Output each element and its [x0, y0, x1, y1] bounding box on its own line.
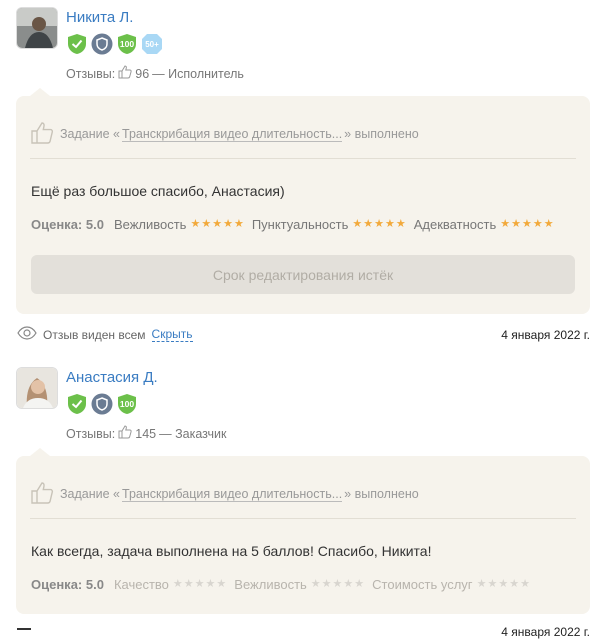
verified-check-icon[interactable] [66, 33, 88, 55]
star-icon: ★ [511, 218, 521, 230]
star-icon: ★ [201, 218, 212, 230]
star-icon: ★ [223, 218, 233, 230]
shield-badge-icon[interactable] [91, 393, 113, 415]
star-icon: ★ [374, 218, 384, 230]
badge-list: 100 50+ [66, 33, 163, 55]
criterion: Стоимость услуг ★ ★ ★ ★ ★ [372, 577, 530, 592]
task-suffix: » выполнено [344, 127, 419, 141]
review-date: 4 января 2022 г. [501, 625, 590, 639]
star-icon: ★ [520, 578, 530, 590]
avatar[interactable] [16, 7, 58, 49]
star-icon: ★ [321, 578, 332, 590]
stats-role: — Заказчик [159, 426, 227, 441]
review-card: Задание « Транскрибация видео длительнос… [16, 88, 590, 314]
star-icon: ★ [395, 218, 406, 230]
rating-score: Оценка: 5.0 [31, 217, 104, 232]
star-icon: ★ [190, 218, 201, 230]
star-rating: ★ ★ ★ ★ ★ [477, 579, 530, 590]
star-icon: ★ [500, 218, 511, 230]
star-rating: ★ ★ ★ ★ ★ [190, 219, 243, 230]
review-stats: Отзывы: 145 — Заказчик [66, 425, 226, 442]
criterion: Вежливость ★ ★ ★ ★ ★ [114, 217, 244, 232]
review-stats: Отзывы: 96 — Исполнитель [66, 65, 244, 82]
verified-check-icon[interactable] [66, 393, 88, 415]
criterion-label: Стоимость услуг [372, 577, 473, 592]
like-outline-icon [30, 481, 54, 508]
hide-review-link[interactable]: Скрыть [151, 327, 193, 342]
star-icon: ★ [233, 218, 244, 230]
stats-role: — Исполнитель [152, 66, 244, 81]
task-link[interactable]: Транскрибация видео длительность... [122, 487, 343, 502]
visibility-text: Отзыв виден всем [43, 327, 146, 342]
task-line: Задание « Транскрибация видео длительнос… [30, 476, 576, 519]
star-icon: ★ [205, 578, 216, 590]
star-icon: ★ [212, 218, 223, 230]
star-icon: ★ [509, 578, 520, 590]
stats-count[interactable]: 96 [135, 67, 149, 81]
star-icon: ★ [543, 218, 554, 230]
star-icon: ★ [172, 578, 183, 590]
rating-score: Оценка: 5.0 [31, 577, 104, 592]
star-icon: ★ [332, 578, 343, 590]
thumb-up-icon [118, 65, 132, 82]
stats-count[interactable]: 145 [135, 427, 156, 441]
badge-list: 100 [66, 393, 138, 415]
criterion: Качество ★ ★ ★ ★ ★ [114, 577, 226, 592]
edit-expired-button[interactable]: Срок редактирования истёк [31, 255, 575, 294]
criterion-label: Качество [113, 577, 169, 592]
author-name[interactable]: Никита Л. [66, 9, 133, 26]
star-icon: ★ [343, 578, 354, 590]
criterion-label: Пунктуальность [251, 217, 349, 232]
stats-label: Отзывы: [66, 426, 116, 441]
star-icon: ★ [363, 218, 374, 230]
star-icon: ★ [532, 218, 543, 230]
review-comment: Ещё раз большое спасибо, Анастасия) [31, 183, 285, 199]
review-card: Задание « Транскрибация видео длительнос… [16, 448, 590, 614]
star-icon: ★ [487, 578, 498, 590]
star-rating: ★ ★ ★ ★ ★ [352, 219, 405, 230]
criterion-label: Адекватность [413, 217, 497, 232]
review-date: 4 января 2022 г. [501, 328, 590, 342]
star-icon: ★ [521, 218, 532, 230]
task-suffix: » выполнено [344, 487, 419, 501]
stats-label: Отзывы: [66, 66, 116, 81]
star-rating: ★ ★ ★ ★ ★ [173, 579, 226, 590]
like-outline-icon [30, 121, 54, 148]
eye-icon [17, 326, 37, 343]
author-name[interactable]: Анастасия Д. [66, 369, 158, 386]
criterion: Вежливость ★ ★ ★ ★ ★ [234, 577, 364, 592]
badge-100[interactable]: 100 [116, 393, 138, 415]
criterion-label: Вежливость [113, 217, 187, 232]
star-icon: ★ [352, 218, 363, 230]
star-icon: ★ [354, 578, 365, 590]
task-prefix: Задание « [60, 487, 121, 501]
rating-row: Оценка: 5.0 Качество ★ ★ ★ ★ ★ Вежливость ★ ★… [31, 577, 538, 592]
rating-row: Оценка: 5.0 Вежливость ★ ★ ★ ★ ★ Пунктуально… [31, 217, 562, 232]
task-line: Задание « Транскрибация видео длительнос… [30, 116, 576, 159]
thumb-up-icon [118, 425, 132, 442]
star-icon: ★ [183, 578, 194, 590]
star-icon: ★ [476, 578, 487, 590]
shield-badge-icon[interactable] [91, 33, 113, 55]
star-icon: ★ [194, 578, 205, 590]
star-icon: ★ [216, 578, 227, 590]
criterion: Пунктуальность ★ ★ ★ ★ ★ [252, 217, 406, 232]
criterion-label: Вежливость [234, 577, 307, 592]
criterion: Адекватность ★ ★ ★ ★ ★ [414, 217, 554, 232]
visibility-row: Отзыв виден всем Скрыть [17, 326, 193, 343]
task-prefix: Задание « [60, 127, 121, 141]
badge-100[interactable]: 100 [116, 33, 138, 55]
badge-50-plus-label: 50+ [145, 39, 159, 49]
star-icon: ★ [498, 578, 509, 590]
badge-100-label: 100 [119, 39, 135, 49]
badge-50-plus[interactable]: 50+ [141, 33, 163, 55]
review-comment: Как всегда, задача выполнена на 5 баллов… [31, 543, 432, 559]
task-link[interactable]: Транскрибация видео длительность... [122, 127, 343, 142]
star-rating: ★ ★ ★ ★ ★ [500, 219, 553, 230]
avatar[interactable] [16, 367, 58, 409]
badge-100-label: 100 [119, 399, 135, 409]
star-icon: ★ [310, 578, 321, 590]
star-rating: ★ ★ ★ ★ ★ [311, 579, 364, 590]
star-icon: ★ [385, 218, 395, 230]
